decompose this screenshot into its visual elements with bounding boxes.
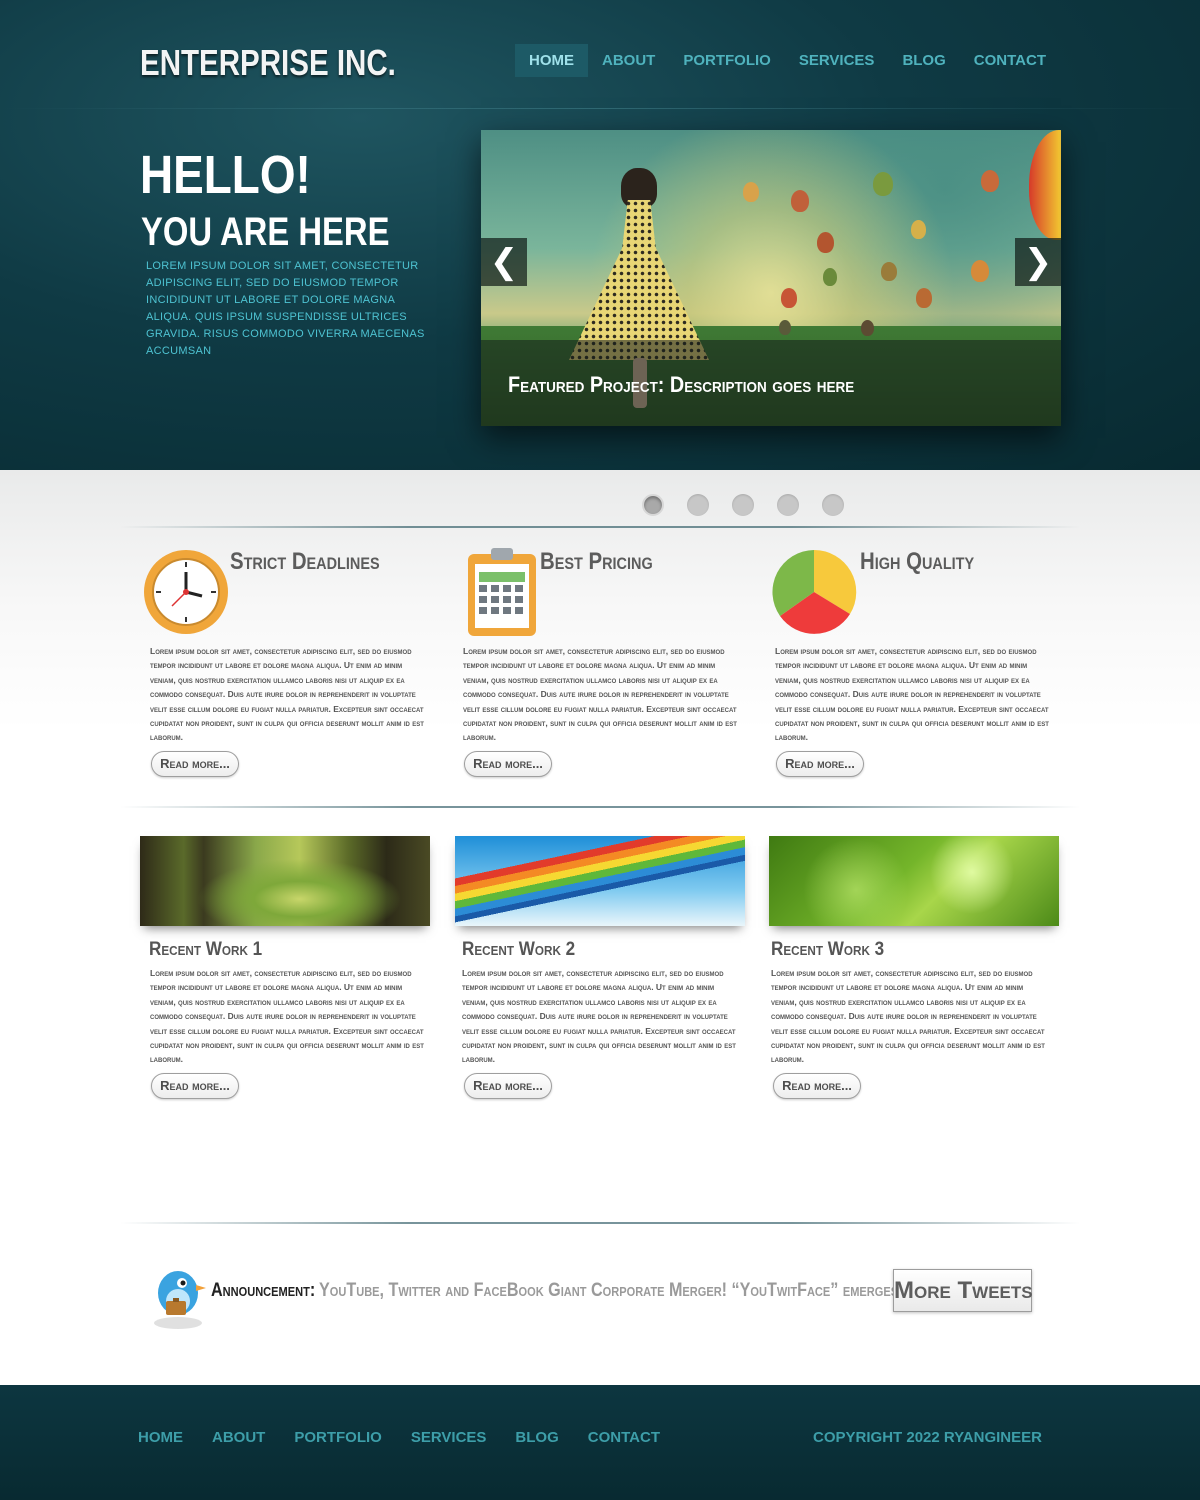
- main-nav: HOME ABOUT PORTFOLIO SERVICES BLOG CONTA…: [515, 44, 1060, 77]
- read-more-button[interactable]: Read more...: [151, 751, 239, 777]
- pie-chart-icon: [772, 549, 857, 634]
- feature-text: Lorem ipsum dolor sit amet, consectetur …: [150, 646, 424, 743]
- footer-nav: HOME ABOUT PORTFOLIO SERVICES BLOG CONTA…: [138, 1429, 689, 1446]
- balloon: [781, 288, 797, 308]
- copyright: COPYRIGHT 2022 RYANGINEER: [813, 1429, 1042, 1446]
- footer-nav-portfolio[interactable]: PORTFOLIO: [294, 1429, 382, 1446]
- recent-work-image[interactable]: [140, 836, 430, 926]
- recent-work-image[interactable]: [455, 836, 745, 926]
- read-more-button[interactable]: Read more...: [776, 751, 864, 777]
- slide-caption: Featured Project: Description goes here: [481, 340, 1061, 426]
- main-content: Strict Deadlines Lorem ipsum dolor sit a…: [0, 470, 1200, 1385]
- nav-contact[interactable]: CONTACT: [960, 44, 1060, 77]
- nav-about[interactable]: ABOUT: [588, 44, 669, 77]
- featured-slider[interactable]: Featured Project: Description goes here …: [481, 130, 1061, 426]
- divider: [120, 1222, 1080, 1224]
- read-more-button[interactable]: Read more...: [464, 751, 552, 777]
- balloon: [981, 170, 999, 192]
- read-more-button[interactable]: Read more...: [151, 1073, 239, 1099]
- slide-dot-2[interactable]: [687, 494, 709, 516]
- header: ENTERPRISE INC. HOME ABOUT PORTFOLIO SER…: [0, 0, 1200, 470]
- slide-dot-3[interactable]: [732, 494, 754, 516]
- chevron-left-icon[interactable]: ❮: [481, 238, 527, 286]
- balloon: [881, 262, 897, 281]
- balloon: [817, 232, 834, 253]
- feature-text: Lorem ipsum dolor sit amet, consectetur …: [775, 646, 1049, 743]
- balloon: [743, 182, 759, 202]
- recent-work-text: Lorem ipsum dolor sit amet, consectetur …: [462, 968, 736, 1065]
- clock-icon: [144, 550, 228, 634]
- announcement-label: Announcement:: [211, 1280, 316, 1301]
- feature-text: Lorem ipsum dolor sit amet, consectetur …: [463, 646, 737, 743]
- balloon: [971, 260, 989, 282]
- slider-pagination: [642, 494, 844, 516]
- feature-title: Best Pricing: [540, 548, 653, 575]
- footer: HOME ABOUT PORTFOLIO SERVICES BLOG CONTA…: [0, 1385, 1200, 1500]
- balloon: [823, 268, 837, 286]
- balloon: [861, 320, 874, 336]
- hero-title: HELLO!: [140, 145, 311, 205]
- footer-nav-about[interactable]: ABOUT: [212, 1429, 265, 1446]
- recent-work-text: Lorem ipsum dolor sit amet, consectetur …: [771, 968, 1045, 1065]
- balloon: [791, 190, 809, 212]
- footer-nav-contact[interactable]: CONTACT: [588, 1429, 660, 1446]
- recent-work-title: Recent Work 3: [771, 939, 885, 960]
- read-more-button[interactable]: Read more...: [773, 1073, 861, 1099]
- slide-dot-4[interactable]: [777, 494, 799, 516]
- recent-work-title: Recent Work 2: [462, 939, 576, 960]
- twitter-bird-icon: [154, 1271, 206, 1329]
- feature-title: High Quality: [860, 548, 975, 575]
- footer-nav-blog[interactable]: BLOG: [515, 1429, 558, 1446]
- nav-portfolio[interactable]: PORTFOLIO: [669, 44, 785, 77]
- hero-text: LOREM IPSUM DOLOR SIT AMET, CONSECTETUR …: [146, 260, 425, 357]
- balloon: [911, 220, 926, 239]
- calendar-clipboard-icon: [468, 548, 536, 636]
- announcement-text: YouTube, Twitter and FaceBook Giant Corp…: [319, 1280, 904, 1301]
- more-tweets-button[interactable]: More Tweets: [893, 1269, 1033, 1312]
- divider: [120, 806, 1080, 808]
- feature-title: Strict Deadlines: [230, 548, 380, 575]
- footer-nav-services[interactable]: SERVICES: [411, 1429, 487, 1446]
- recent-work-image[interactable]: [769, 836, 1059, 926]
- nav-services[interactable]: SERVICES: [785, 44, 889, 77]
- balloon: [916, 288, 932, 308]
- recent-work-title: Recent Work 1: [149, 939, 263, 960]
- read-more-button[interactable]: Read more...: [464, 1073, 552, 1099]
- balloon: [873, 172, 893, 196]
- slide-dot-1[interactable]: [642, 494, 664, 516]
- hero-subtitle: YOU ARE HERE: [141, 210, 390, 254]
- divider: [120, 526, 1080, 528]
- recent-work-text: Lorem ipsum dolor sit amet, consectetur …: [150, 968, 424, 1065]
- footer-nav-home[interactable]: HOME: [138, 1429, 183, 1446]
- logo[interactable]: ENTERPRISE INC.: [140, 42, 396, 84]
- chevron-right-icon[interactable]: ❯: [1015, 238, 1061, 286]
- nav-blog[interactable]: BLOG: [888, 44, 959, 77]
- balloon: [779, 320, 791, 335]
- nav-home[interactable]: HOME: [515, 44, 589, 77]
- slide-dot-5[interactable]: [822, 494, 844, 516]
- slide-caption-text: Featured Project: Description goes here: [508, 372, 855, 397]
